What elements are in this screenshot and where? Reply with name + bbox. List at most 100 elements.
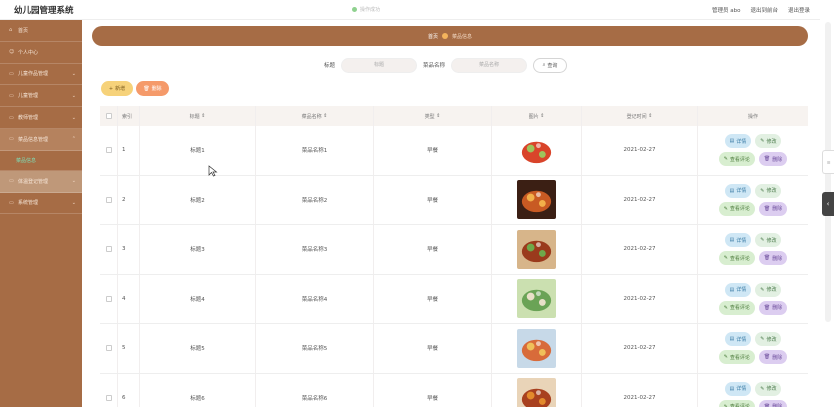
delete-button[interactable]: 🗑删除 [758,152,788,167]
detail-button[interactable]: ▤ 详情 [724,233,752,248]
sidebar-item-children[interactable]: ▭ 儿童管理 ⌄ [0,85,82,108]
delete-button[interactable]: 🗑删除 [758,201,788,216]
sort-icon: ⇕ [201,113,206,119]
breadcrumb-current: 菜品信息 [452,33,473,40]
view-comments-button[interactable]: ✎查看评论 [718,201,755,216]
edit-button[interactable]: ✎ 修改 [755,282,782,297]
edit-button[interactable]: ✎ 修改 [755,381,782,396]
breadcrumb: 首页 菜品信息 [92,26,808,46]
select-all-cell[interactable] [100,106,118,126]
row-select-cell[interactable] [100,175,118,224]
edit-button[interactable]: ✎ 修改 [755,183,782,198]
cell-ops: ▤详情 ✎修改 ✎查看评论 🗑删除 [698,374,808,407]
detail-button-label: 详情 [736,138,747,145]
sidebar-item-dishes[interactable]: ▭ 菜品信息管理 ⌃ [0,128,82,151]
sidebar-item-temperature[interactable]: ▭ 体温登记管理 ⌄ [0,170,82,193]
comment-icon: ✎ [723,255,728,262]
dish-thumbnail[interactable] [517,279,556,319]
view-comments-button[interactable]: ✎查看评论 [718,251,755,266]
detail-button[interactable]: ▤ 详情 [724,332,752,347]
sidebar-item-label: 系统管理 [18,200,39,207]
status-indicator: 操作成功 [352,6,380,13]
sidebar-item-child-works[interactable]: ▭ 儿童作品管理 ⌄ [0,64,82,86]
row-checkbox[interactable] [105,295,112,302]
row-checkbox[interactable] [105,246,112,253]
search-button[interactable]: ⌕ 查询 [533,57,568,73]
row-checkbox[interactable] [105,196,112,203]
edit-icon: ✎ [760,385,765,392]
edit-icon: ✎ [760,138,765,145]
row-select-cell[interactable] [100,324,118,373]
edit-button[interactable]: ✎ 修改 [755,233,782,248]
delete-button[interactable]: 🗑删除 [758,251,788,266]
view-comments-button[interactable]: ✎查看评论 [718,399,755,407]
edit-icon: ✎ [760,237,765,244]
dish-thumbnail[interactable] [517,378,556,407]
user-label: 管理员 abo [711,8,741,14]
cell-image [492,373,582,407]
logout-link[interactable]: 退出登录 [788,6,810,14]
sidebar-item-system[interactable]: ▭ 系统管理 ⌄ [0,193,82,215]
collapse-arrow-icon[interactable]: ‹ [822,192,834,216]
dish-thumbnail[interactable] [517,130,556,170]
row-select-cell[interactable] [100,274,118,323]
delete-button[interactable]: 🗑删除 [758,350,788,365]
detail-button[interactable]: ▤ 详情 [724,282,752,297]
chevron-down-icon: ⌄ [71,92,76,99]
breadcrumb-home[interactable]: 首页 [428,33,438,40]
sidebar-item-teachers[interactable]: ▭ 教师管理 ⌄ [0,107,82,129]
row-select-cell[interactable] [100,225,118,274]
detail-button[interactable]: ▤ 详情 [724,381,752,396]
delete-button[interactable]: 🗑删除 [758,300,788,315]
dish-thumbnail[interactable] [517,180,556,220]
add-button-label: 新增 [115,86,126,92]
detail-button[interactable]: ▤ 详情 [724,134,752,149]
view-comments-button[interactable]: ✎查看评论 [718,300,755,315]
cell-title: 标题5 [140,324,256,373]
cell-dish-name: 菜品名称6 [256,373,374,407]
back-to-front-link[interactable]: 退出到前台 [750,6,778,14]
dish-name-search-input[interactable]: 菜品名称 [451,57,528,73]
trash-icon: 🗑 [763,156,771,163]
header-dish-name[interactable]: 菜品名称 ⇕ [256,106,374,126]
search-form: 标题 标题 菜品名称 菜品名称 ⌕ 查询 [324,57,568,73]
header-image[interactable]: 图片 ⇕ [492,106,582,126]
header-date[interactable]: 登记时间 ⇕ [582,106,698,126]
sidebar-item-home[interactable]: ⌂ 首页 [0,20,82,42]
edit-button[interactable]: ✎ 修改 [755,134,782,149]
trash-icon: 🗑 [763,255,771,262]
detail-icon: ▤ [729,286,735,293]
cell-image [492,274,582,323]
row-select-cell[interactable] [100,373,118,407]
row-select-cell[interactable] [100,126,118,175]
sidebar-subitem-dish-info[interactable]: 菜品信息 [0,151,82,171]
trash-icon: 🗑 [763,304,771,311]
row-checkbox[interactable] [105,147,112,154]
edit-button[interactable]: ✎ 修改 [755,332,782,347]
dish-thumbnail[interactable] [517,229,556,269]
title-search-input[interactable]: 标题 [341,57,418,73]
delete-button[interactable]: 🗑删除 [758,399,788,407]
header-title[interactable]: 标题 ⇕ [140,106,256,126]
detail-button[interactable]: ▤ 详情 [724,183,752,198]
cell-type: 早餐 [374,373,492,407]
view-comments-button[interactable]: ✎查看评论 [718,152,755,167]
breadcrumb-separator-icon [442,33,448,39]
side-tab-icon[interactable]: ☰ [822,150,834,174]
add-button[interactable]: + 新增 [101,81,133,96]
view-comments-button[interactable]: ✎查看评论 [718,350,755,365]
header-type[interactable]: 类型 ⇕ [374,106,492,126]
sidebar-item-profile[interactable]: ☺ 个人中心 [0,42,82,64]
cell-dish-name: 菜品名称2 [256,175,374,224]
table-row: 2 标题2 菜品名称2 早餐 2021-02-27 ▤ 详情 ✎ 修改 ✎ 查看评论 … [100,175,808,225]
edit-button-label: 修改 [766,188,777,195]
comment-button-label: 查看评论 [729,156,750,163]
dish-thumbnail[interactable] [517,328,556,368]
row-checkbox[interactable] [105,345,112,352]
row-checkbox[interactable] [105,394,112,401]
select-all-checkbox[interactable] [105,113,112,119]
cell-date: 2021-02-27 [582,175,698,224]
search-button-label: 查询 [547,62,558,69]
batch-delete-button[interactable]: 🗑 删除 [136,81,169,96]
comment-icon: ✎ [723,156,728,163]
